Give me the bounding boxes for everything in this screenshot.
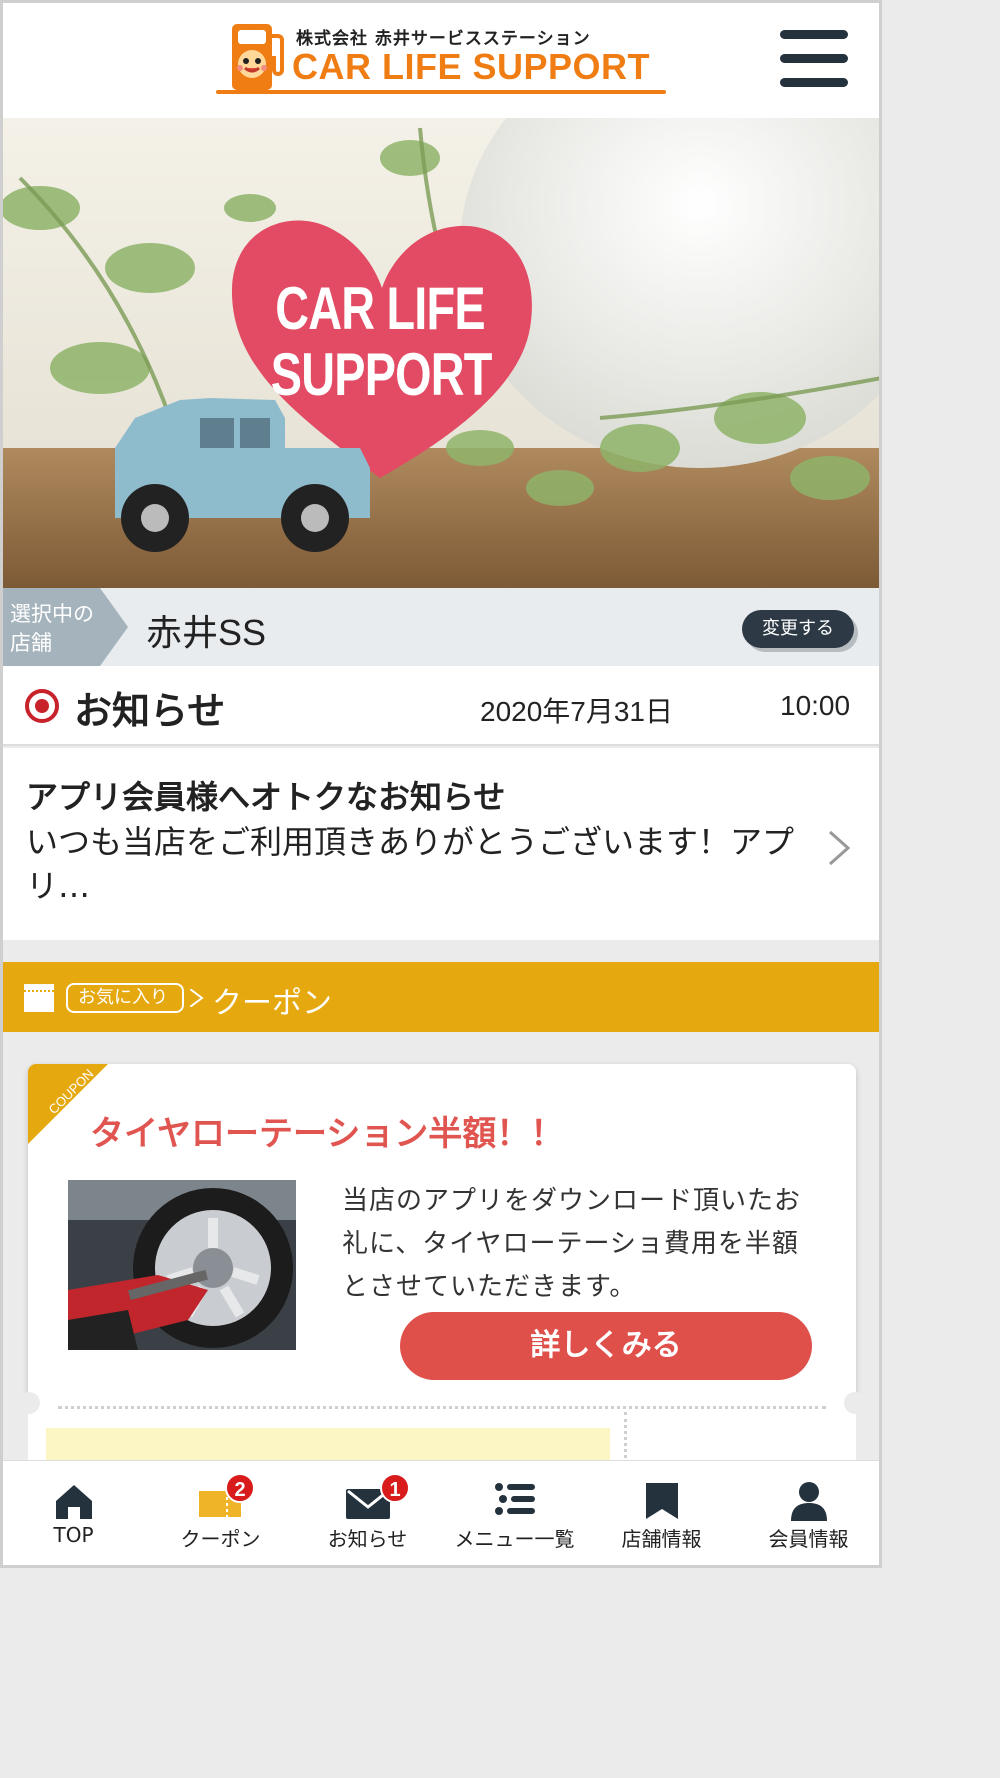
nav-item-top[interactable]: TOP: [0, 1461, 147, 1569]
brand-logo[interactable]: 株式会社 赤井サービスステーション CAR LIFE SUPPORT: [216, 20, 666, 96]
tag-arrow-icon: [190, 989, 204, 1007]
nav-item-store-info[interactable]: 店舗情報: [588, 1461, 735, 1569]
coupon-card[interactable]: COUPON タイヤローテーション半額！！ 当店のアプリをダウンロード頂いたお礼…: [28, 1064, 856, 1404]
home-icon: [55, 1485, 92, 1519]
notice-item-body: いつも当店をご利用頂きありがとうございます！アプリ…: [26, 823, 795, 905]
store-tag-line1: 選択中の: [10, 602, 94, 626]
coupon-description: 当店のアプリをダウンロード頂いたお礼に、タイヤローテーショ費用を半額とさせていた…: [342, 1186, 802, 1302]
tire-rotation-photo: [68, 1180, 296, 1350]
notice-item-title: アプリ会員様へオトクなお知らせ: [26, 778, 506, 816]
hamburger-menu-icon[interactable]: [780, 28, 850, 90]
change-store-button[interactable]: 変更する: [742, 610, 854, 648]
hero-banner: CAR LIFE SUPPORT: [0, 118, 882, 588]
nav-label-menu-list: メニュー一覧: [454, 1527, 575, 1551]
coupon-perforation: [58, 1406, 826, 1409]
coupon-notch-right: [844, 1392, 866, 1414]
heart-caption-line1: CAR LIFE: [275, 275, 485, 342]
coupon-badge: 2: [225, 1473, 255, 1503]
nav-item-notice[interactable]: 1 お知らせ: [294, 1461, 441, 1569]
list-icon: [494, 1483, 535, 1515]
heart-caption: CAR LIFE SUPPORT: [270, 275, 493, 408]
store-icon: [645, 1483, 678, 1519]
brand-name: CAR LIFE SUPPORT: [292, 46, 651, 87]
nav-label-store-info: 店舗情報: [621, 1527, 702, 1551]
target-bullet-icon: [25, 689, 59, 723]
notice-header: お知らせ 2020年7月31日 10:00: [0, 666, 882, 746]
chevron-right-icon: [829, 830, 851, 866]
notice-list-item[interactable]: アプリ会員様へオトクなお知らせ いつも当店をご利用頂きありがとうございます！アプ…: [0, 748, 882, 940]
nav-label-top: TOP: [53, 1523, 94, 1547]
selected-store-bar: 選択中の 店舗 赤井SS 変更する: [0, 588, 882, 666]
coupon-expiry-strip: [46, 1428, 610, 1464]
coupon-title: タイヤローテーション半額！！: [90, 1114, 565, 1154]
person-icon: [790, 1482, 827, 1521]
nav-label-coupon: クーポン: [180, 1527, 261, 1551]
ticket-icon: [24, 984, 54, 1012]
store-name: 赤井SS: [146, 612, 267, 653]
store-tag-line2: 店舗: [10, 631, 52, 655]
notice-date: 2020年7月31日: [480, 696, 674, 727]
logo-underline: [216, 90, 666, 94]
bottom-navigation: TOP 2 クーポン 1 お知らせ メニュー一覧 店舗情報 会員情報: [0, 1460, 882, 1568]
coupon-section-header: お気に入り クーポン: [0, 962, 882, 1032]
view-details-button[interactable]: 詳しくみる: [400, 1312, 812, 1380]
coupon-stub-divider: [624, 1412, 627, 1464]
app-header: 株式会社 赤井サービスステーション CAR LIFE SUPPORT: [0, 0, 882, 118]
nav-label-member-info: 会員情報: [768, 1527, 849, 1551]
coupon-section-label: クーポン: [212, 986, 332, 1021]
notice-title: お知らせ: [74, 689, 226, 733]
nav-item-member-info[interactable]: 会員情報: [735, 1461, 882, 1569]
gas-pump-mascot-icon: [232, 24, 284, 90]
favorite-filter-tag[interactable]: お気に入り: [66, 983, 184, 1013]
coupon-notch-left: [18, 1392, 40, 1414]
notice-time: 10:00: [780, 690, 851, 721]
heart-caption-line2: SUPPORT: [270, 341, 493, 408]
nav-item-coupon[interactable]: 2 クーポン: [147, 1461, 294, 1569]
nav-item-menu-list[interactable]: メニュー一覧: [441, 1461, 588, 1569]
notice-badge: 1: [380, 1473, 410, 1503]
nav-label-notice: お知らせ: [327, 1527, 408, 1551]
selected-store-tag: 選択中の 店舗: [0, 588, 128, 666]
